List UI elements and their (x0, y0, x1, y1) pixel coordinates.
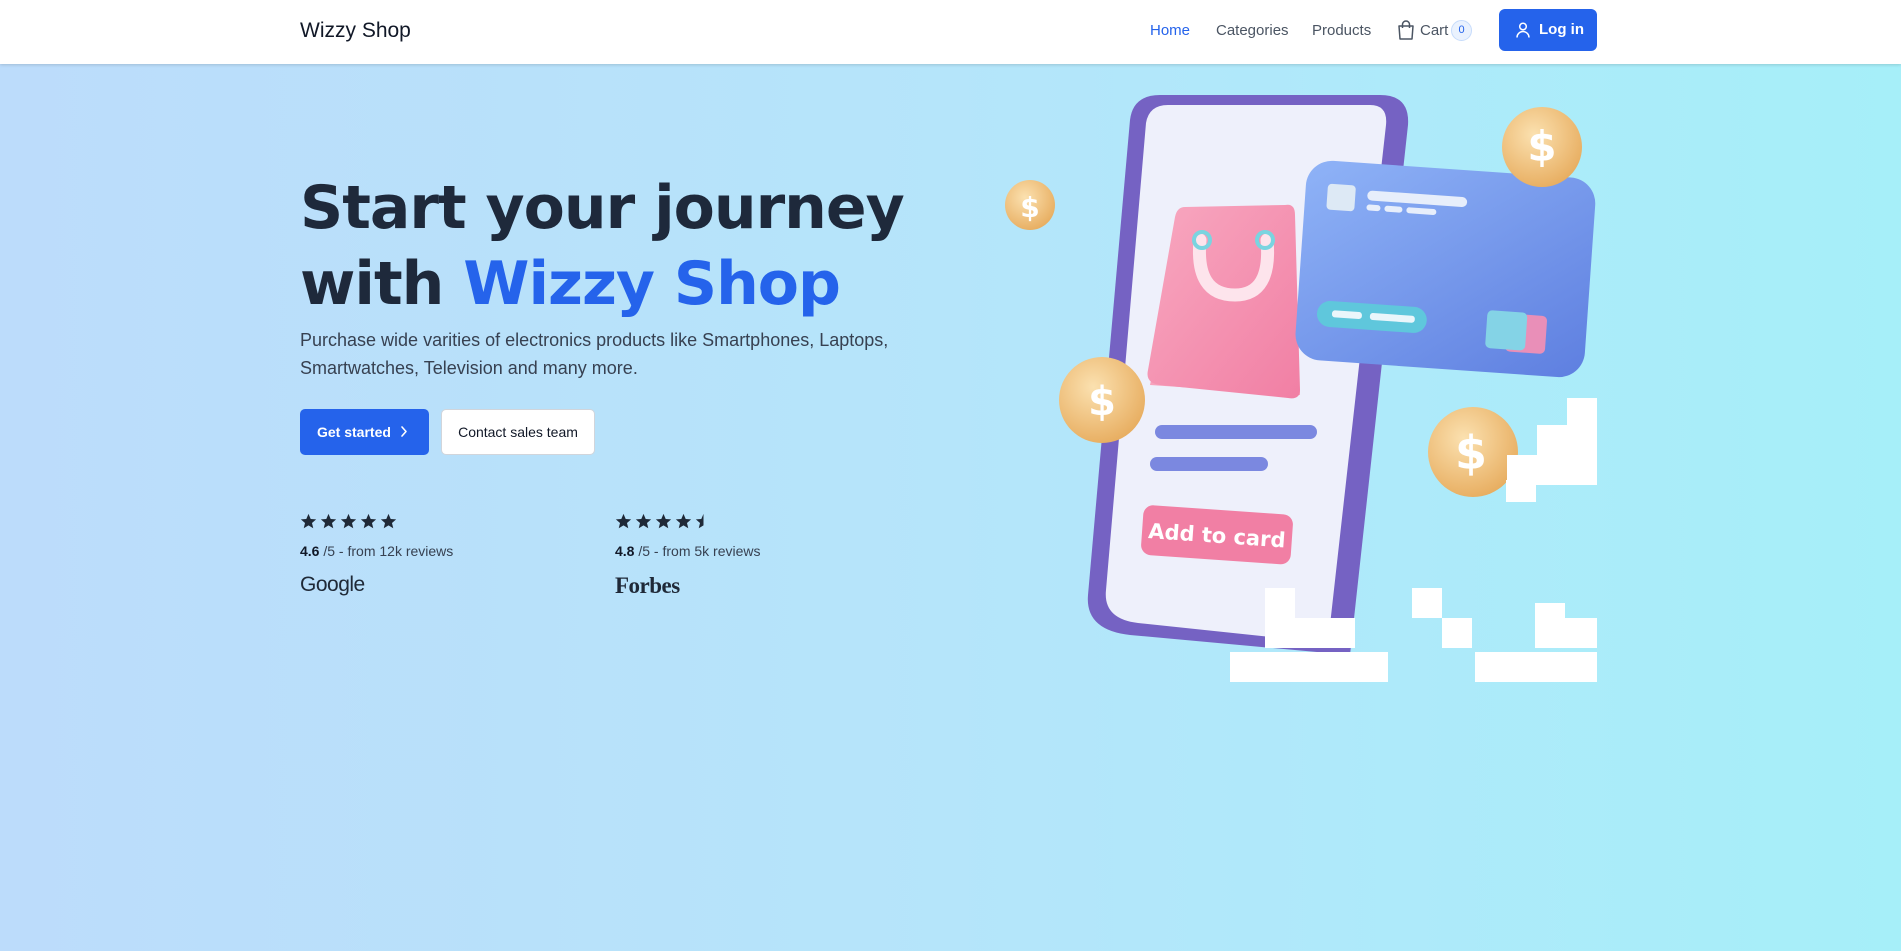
svg-text:$: $ (1527, 122, 1556, 171)
star-rating (615, 513, 761, 533)
star-half-icon (695, 513, 704, 529)
svg-text:$: $ (1088, 379, 1116, 425)
get-started-label: Get started (317, 424, 391, 440)
google-logo: Google (300, 573, 365, 596)
star-icon (320, 513, 337, 529)
nav-cart-link[interactable]: Cart (1420, 22, 1448, 39)
star-icon (615, 513, 632, 529)
coin-graphic: $ (1428, 407, 1518, 497)
shopping-bag-icon[interactable] (1397, 20, 1415, 40)
star-icon (675, 513, 692, 529)
rating-text: 4.8 /5 - from 5k reviews (615, 543, 761, 559)
google-rating: 4.6 /5 - from 12k reviews Google (300, 513, 453, 597)
star-icon (300, 513, 317, 529)
rating-text: 4.6 /5 - from 12k reviews (300, 543, 453, 559)
cart-count-badge: 0 (1451, 20, 1472, 41)
shopping-phone-illustration: Add to card $ $ $ $ (1005, 95, 1597, 682)
rating-suffix: /5 - from 5k reviews (634, 543, 761, 559)
contact-sales-button[interactable]: Contact sales team (441, 409, 595, 455)
svg-text:$: $ (1020, 191, 1039, 224)
user-icon (1516, 22, 1530, 38)
coin-graphic: $ (1005, 180, 1055, 230)
get-started-button[interactable]: Get started (300, 409, 429, 455)
hero-title-prefix: with (300, 249, 464, 319)
top-navbar: Wizzy Shop Home Categories Products Cart… (0, 0, 1901, 64)
star-icon (635, 513, 652, 529)
list-line (1150, 457, 1268, 471)
rating-score: 4.8 (615, 543, 635, 559)
nav-categories-link[interactable]: Categories (1216, 22, 1289, 39)
chevron-right-icon (400, 425, 408, 438)
star-icon (655, 513, 672, 529)
star-icon (380, 513, 397, 529)
nav-home-link[interactable]: Home (1150, 22, 1190, 39)
star-icon (360, 513, 377, 529)
main-nav: Home Categories Products Cart (0, 22, 1901, 42)
hero-description: Purchase wide varities of electronics pr… (300, 330, 889, 378)
rating-score: 4.6 (300, 543, 320, 559)
login-button-label: Log in (1539, 21, 1584, 38)
add-to-card-graphic: Add to card (1141, 505, 1293, 565)
coin-graphic: $ (1059, 357, 1145, 443)
rating-suffix: /5 - from 12k reviews (319, 543, 454, 559)
hero-title-line1: Start your journey (300, 173, 905, 243)
hero-title: Start your journey with Wizzy Shop (300, 170, 940, 322)
hero-title-accent: Wizzy Shop (463, 249, 841, 319)
coin-graphic: $ (1502, 107, 1582, 187)
nav-products-link[interactable]: Products (1312, 22, 1371, 39)
list-line (1155, 425, 1317, 439)
star-icon (340, 513, 357, 529)
hero-illustration: Add to card $ $ $ $ (990, 95, 1610, 685)
svg-text:$: $ (1455, 426, 1487, 480)
login-button[interactable]: Log in (1499, 9, 1597, 51)
forbes-logo: Forbes (615, 573, 680, 598)
star-rating (300, 513, 453, 533)
credit-card-graphic (1295, 160, 1596, 378)
forbes-rating: 4.8 /5 - from 5k reviews Forbes (615, 513, 761, 599)
